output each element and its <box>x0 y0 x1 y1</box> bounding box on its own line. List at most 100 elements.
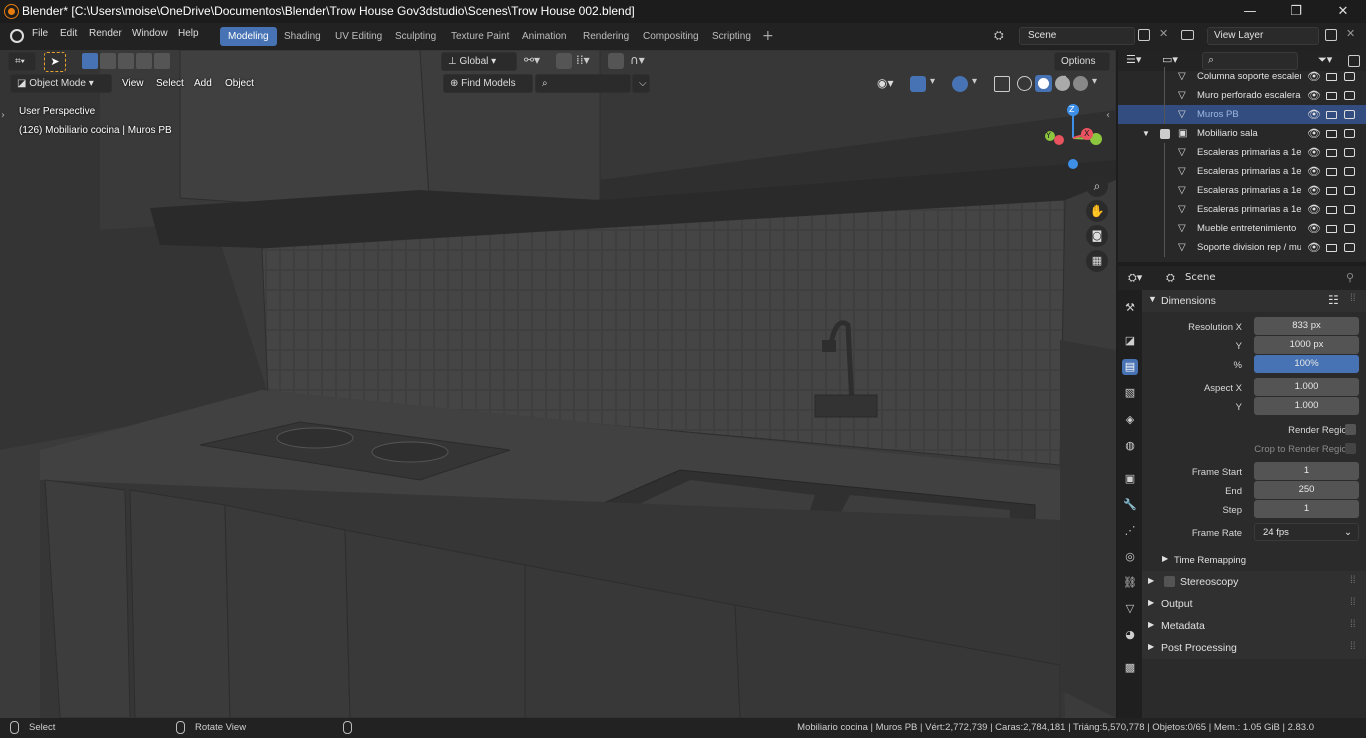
viewport-monitor-icon[interactable] <box>1326 91 1337 100</box>
object-menu[interactable]: Object <box>225 78 254 89</box>
visibility-eye-icon[interactable]: 👁 <box>1307 203 1321 216</box>
viewport-monitor-icon[interactable] <box>1326 148 1337 157</box>
aspect-x-field[interactable]: 1.000 <box>1254 378 1359 396</box>
particles-tab-icon[interactable]: ⋰ <box>1122 523 1138 539</box>
tab-rendering[interactable]: Rendering <box>575 27 637 46</box>
overlay-toggle-icon[interactable] <box>952 76 968 92</box>
outliner-row[interactable]: ▽ Escaleras primarias a 1er piso 👁 <box>1118 200 1366 219</box>
editor-type-button[interactable]: ⌗▾ <box>8 52 36 71</box>
visibility-eye-icon[interactable]: 👁 <box>1307 184 1321 197</box>
material-shading-icon[interactable] <box>1055 76 1070 91</box>
render-camera-icon[interactable] <box>1344 205 1355 214</box>
snap-target-icon[interactable]: ⁞⁞▾ <box>576 53 590 67</box>
new-scene-icon[interactable] <box>1138 29 1150 41</box>
view-menu[interactable]: View <box>122 78 144 89</box>
blender-menu-icon[interactable] <box>10 29 24 43</box>
sidebar-toggle-icon[interactable]: ‹ <box>1106 110 1110 121</box>
drag-handle-icon[interactable]: ⁞⁞ <box>1350 641 1356 652</box>
render-camera-icon[interactable] <box>1344 110 1355 119</box>
pivot-point-icon[interactable]: ⚯▾ <box>524 53 540 67</box>
falloff-icon[interactable]: ∩▾ <box>630 53 645 67</box>
outliner-row[interactable]: ▽ Escaleras primarias a 1er piso 👁 <box>1118 143 1366 162</box>
outliner-row[interactable]: ▽ Escaleras primarias a 1er piso 👁 <box>1118 181 1366 200</box>
dimensions-section-header[interactable]: ▼ Dimensions ☷ ⁞⁞ <box>1142 290 1366 312</box>
visibility-eye-icon[interactable]: 👁 <box>1307 241 1321 254</box>
frame-start-field[interactable]: 1 <box>1254 462 1359 480</box>
pin-icon[interactable]: ⚲ <box>1346 271 1354 284</box>
outliner-row[interactable]: ▽ Mueble entretenimiento 👁 <box>1118 219 1366 238</box>
add-menu[interactable]: Add <box>194 78 212 89</box>
crop-region-checkbox[interactable] <box>1345 443 1356 454</box>
outliner-row[interactable]: ▽ Columna soporte escalera 👁 <box>1118 67 1366 86</box>
options-dropdown[interactable]: Options ▾ <box>1054 52 1110 84</box>
tab-uv-editing[interactable]: UV Editing <box>327 27 390 46</box>
tool-tab-icon[interactable]: ⚒ <box>1122 300 1138 316</box>
remove-view-layer-icon[interactable]: ✕ <box>1346 27 1355 40</box>
select-tool-icon[interactable]: ➤ <box>44 52 66 72</box>
search-dropdown-button[interactable]: ⌵ <box>632 74 650 93</box>
outliner-row[interactable]: ▽ Soporte division rep / mueble 👁 <box>1118 238 1366 257</box>
visibility-eye-icon[interactable]: 👁 <box>1307 108 1321 121</box>
tab-sculpting[interactable]: Sculpting <box>387 27 444 46</box>
drag-handle-icon[interactable]: ⁞⁞ <box>1350 293 1356 304</box>
outliner-row[interactable]: ▽ Muros PB 👁 <box>1118 105 1366 124</box>
gizmo-dropdown-icon[interactable]: ▾ <box>930 76 935 87</box>
rendered-shading-icon[interactable] <box>1073 76 1088 91</box>
world-tab-icon[interactable]: ◍ <box>1122 438 1138 454</box>
viewport-monitor-icon[interactable] <box>1326 72 1337 81</box>
render-camera-icon[interactable] <box>1344 243 1355 252</box>
maximize-button[interactable]: ❐ <box>1273 0 1319 23</box>
menu-render[interactable]: Render <box>89 28 122 39</box>
data-tab-icon[interactable]: ▽ <box>1122 601 1138 617</box>
3d-viewport[interactable]: ⌗▾ ➤ ⊥ Global ▾ ⚯▾ ⁞⁞▾ ∩▾ Options ▾ ◪ Ob… <box>0 50 1116 718</box>
render-camera-icon[interactable] <box>1344 224 1355 233</box>
view-layer-field[interactable]: View Layer <box>1207 27 1319 45</box>
visibility-eye-icon[interactable]: 👁 <box>1307 165 1321 178</box>
stereoscopy-checkbox[interactable] <box>1164 576 1175 587</box>
visibility-eye-icon[interactable]: 👁 <box>1307 222 1321 235</box>
constraints-tab-icon[interactable]: ⛓ <box>1122 575 1138 591</box>
select-menu[interactable]: Select <box>156 78 184 89</box>
solid-shading-icon[interactable] <box>1035 75 1052 92</box>
view-layer-icon[interactable] <box>1181 30 1194 40</box>
outliner-row[interactable]: ▼ ▣ Mobiliario sala 👁 <box>1118 124 1366 143</box>
display-mode-icon[interactable]: ▭▾ <box>1162 53 1178 66</box>
metadata-section-header[interactable]: ▶ Metadata ⁞⁞ <box>1142 615 1366 637</box>
new-view-layer-icon[interactable] <box>1325 29 1337 41</box>
perspective-toggle-icon[interactable]: ▦ <box>1086 250 1108 272</box>
visibility-icon[interactable]: ◉▾ <box>877 76 894 90</box>
close-window-button[interactable]: ✕ <box>1320 0 1366 23</box>
render-camera-icon[interactable] <box>1344 186 1355 195</box>
viewport-monitor-icon[interactable] <box>1326 186 1337 195</box>
collection-checkbox[interactable] <box>1160 128 1170 139</box>
scene-selector-icon[interactable]: ⛭ <box>994 28 1004 43</box>
scene-name-field[interactable]: Scene <box>1019 27 1135 45</box>
select-mode-new-icon[interactable] <box>82 53 98 69</box>
outliner-row[interactable]: ▽ Muro perforado escalera 👁 <box>1118 86 1366 105</box>
shading-dropdown-icon[interactable]: ▾ <box>1092 76 1097 87</box>
post-processing-section-header[interactable]: ▶ Post Processing ⁞⁞ <box>1142 637 1366 659</box>
tab-animation[interactable]: Animation <box>514 27 574 46</box>
physics-tab-icon[interactable]: ◎ <box>1122 549 1138 565</box>
presets-icon[interactable]: ☷ <box>1328 293 1339 307</box>
resolution-x-field[interactable]: 833 px <box>1254 317 1359 335</box>
tab-modeling[interactable]: Modeling <box>220 27 277 46</box>
new-collection-icon[interactable] <box>1348 55 1360 67</box>
camera-view-icon[interactable]: ◙ <box>1086 225 1108 247</box>
select-mode-invert-icon[interactable] <box>136 53 152 69</box>
render-tab-icon[interactable]: ◪ <box>1122 333 1138 349</box>
viewport-monitor-icon[interactable] <box>1326 205 1337 214</box>
toolbar-toggle-icon[interactable]: › <box>1 110 5 121</box>
visibility-eye-icon[interactable]: 👁 <box>1307 127 1321 140</box>
pan-hand-icon[interactable]: ✋ <box>1086 200 1108 222</box>
minimize-button[interactable]: — <box>1227 0 1273 23</box>
xray-icon[interactable] <box>994 76 1010 92</box>
find-models-button[interactable]: ⊕ Find Models <box>443 74 533 93</box>
expand-icon[interactable]: ▼ <box>1142 129 1150 138</box>
resolution-y-field[interactable]: 1000 px <box>1254 336 1359 354</box>
drag-handle-icon[interactable]: ⁞⁞ <box>1350 575 1356 586</box>
resolution-percent-field[interactable]: 100% <box>1254 355 1359 373</box>
view-layer-tab-icon[interactable]: ▧ <box>1122 385 1138 401</box>
proportional-edit-icon[interactable] <box>608 53 624 69</box>
drag-handle-icon[interactable]: ⁞⁞ <box>1350 597 1356 608</box>
